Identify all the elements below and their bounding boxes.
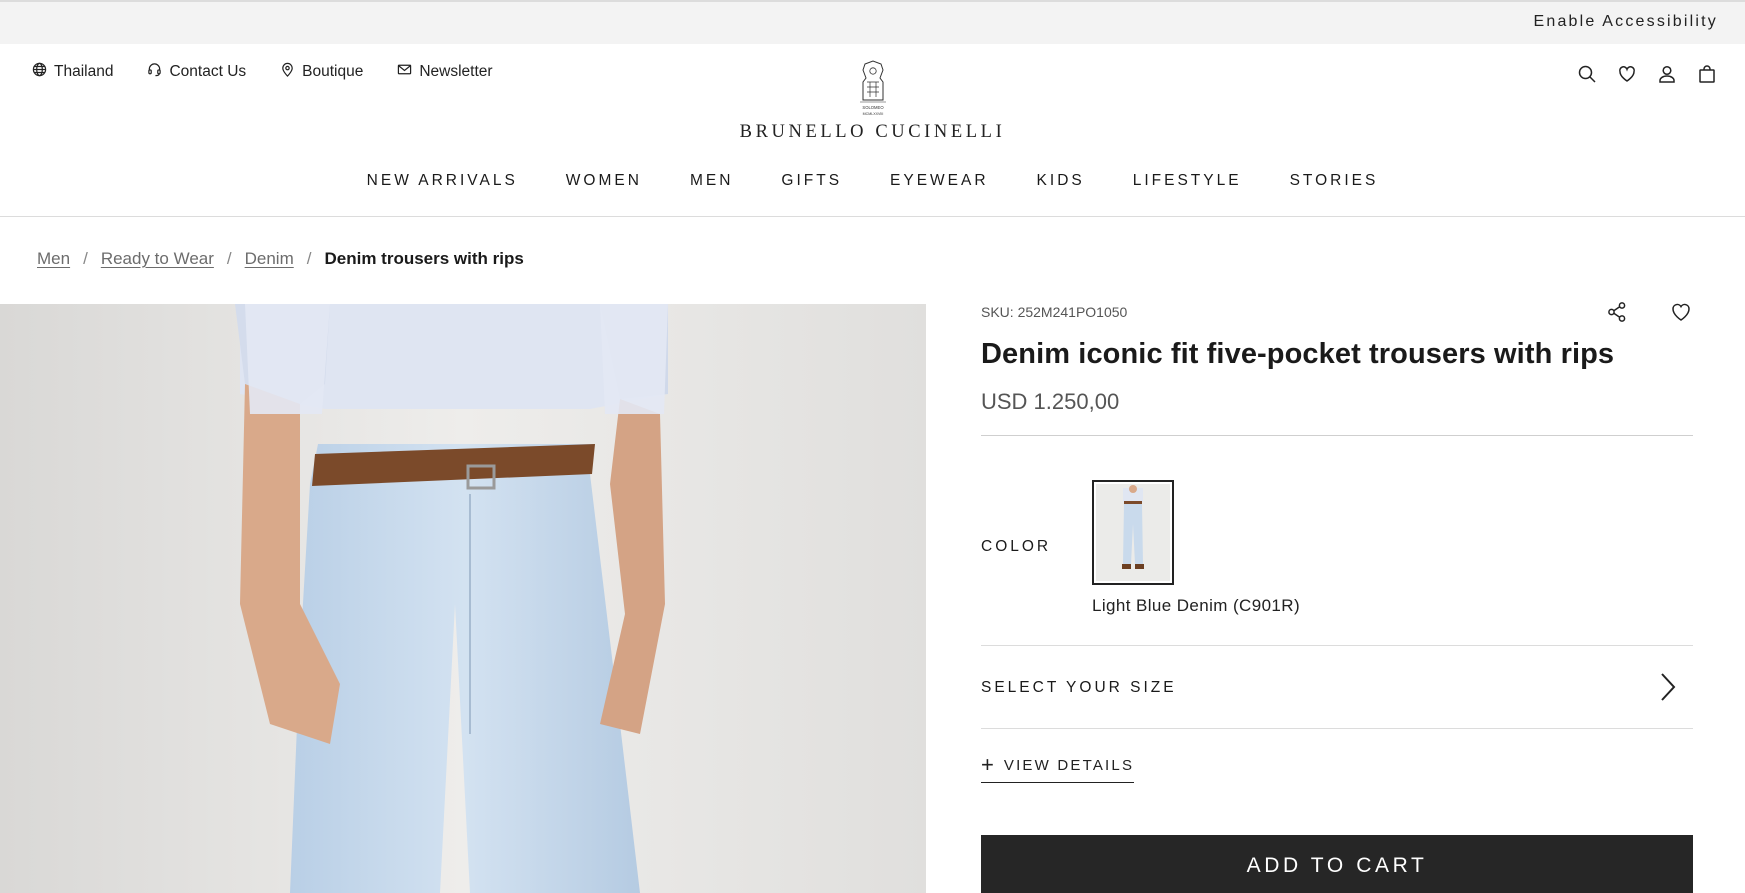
add-to-cart-button[interactable]: ADD TO CART (981, 835, 1693, 893)
product-info-panel: SKU: 252M241PO1050 Denim iconic fit five… (981, 300, 1693, 436)
nav-gifts[interactable]: GIFTS (757, 172, 866, 190)
nav-lifestyle[interactable]: LIFESTYLE (1109, 172, 1266, 190)
chevron-right-icon (1659, 672, 1677, 702)
heart-icon[interactable] (1617, 64, 1637, 84)
breadcrumb-separator: / (306, 249, 312, 268)
product-price: USD 1.250,00 (981, 389, 1120, 414)
nav-men[interactable]: MEN (666, 172, 757, 190)
breadcrumb-denim[interactable]: Denim (245, 249, 294, 269)
main-navigation: NEW ARRIVALS WOMEN MEN GIFTS EYEWEAR KID… (0, 172, 1745, 190)
breadcrumb-current: Denim trousers with rips (324, 249, 524, 268)
share-icon[interactable] (1605, 300, 1629, 324)
nav-stories[interactable]: STORIES (1266, 172, 1403, 190)
user-icon[interactable] (1657, 64, 1677, 84)
breadcrumb-ready-to-wear[interactable]: Ready to Wear (101, 249, 214, 269)
add-to-wishlist-heart-icon[interactable] (1669, 300, 1693, 324)
breadcrumb-men[interactable]: Men (37, 249, 70, 269)
search-icon[interactable] (1577, 64, 1597, 84)
svg-text:SOLOMEO: SOLOMEO (862, 105, 884, 110)
breadcrumb-separator: / (83, 249, 88, 268)
view-details-label: VIEW DETAILS (1003, 756, 1135, 774)
nav-eyewear[interactable]: EYEWEAR (866, 172, 1013, 190)
product-sku: SKU: 252M241PO1050 (981, 304, 1128, 320)
color-swatch-light-blue[interactable] (1092, 480, 1174, 585)
breadcrumb: Men / Ready to Wear / Denim / Denim trou… (37, 249, 524, 269)
product-image[interactable] (0, 304, 926, 893)
plus-icon: + (981, 752, 994, 777)
header-icons (1577, 64, 1717, 84)
select-size-label: SELECT YOUR SIZE (981, 679, 1177, 696)
enable-accessibility-link[interactable]: Enable Accessibility (1533, 13, 1718, 31)
nav-women[interactable]: WOMEN (542, 172, 666, 190)
divider (981, 435, 1693, 436)
top-bar: Enable Accessibility (0, 0, 1745, 44)
nav-kids[interactable]: KIDS (1013, 172, 1109, 190)
svg-text:MCMLXXVIII: MCMLXXVIII (862, 112, 883, 116)
color-name: Light Blue Denim (C901R) (1092, 596, 1301, 615)
header-divider (0, 216, 1745, 217)
color-label: COLOR (981, 538, 1052, 555)
brand-logo[interactable]: SOLOMEO MCMLXXVIII BRUNELLO CUCINELLI (0, 60, 1745, 143)
nav-new-arrivals[interactable]: NEW ARRIVALS (343, 172, 542, 190)
view-details-toggle[interactable]: + VIEW DETAILS (981, 752, 1135, 783)
product-title: Denim iconic fit five-pocket trousers wi… (981, 338, 1615, 370)
breadcrumb-separator: / (226, 249, 232, 268)
shopping-bag-icon[interactable] (1697, 64, 1717, 84)
brand-crest-icon: SOLOMEO MCMLXXVIII (859, 60, 886, 116)
select-size-row[interactable]: SELECT YOUR SIZE (981, 645, 1693, 729)
brand-wordmark: BRUNELLO CUCINELLI (739, 122, 1006, 142)
